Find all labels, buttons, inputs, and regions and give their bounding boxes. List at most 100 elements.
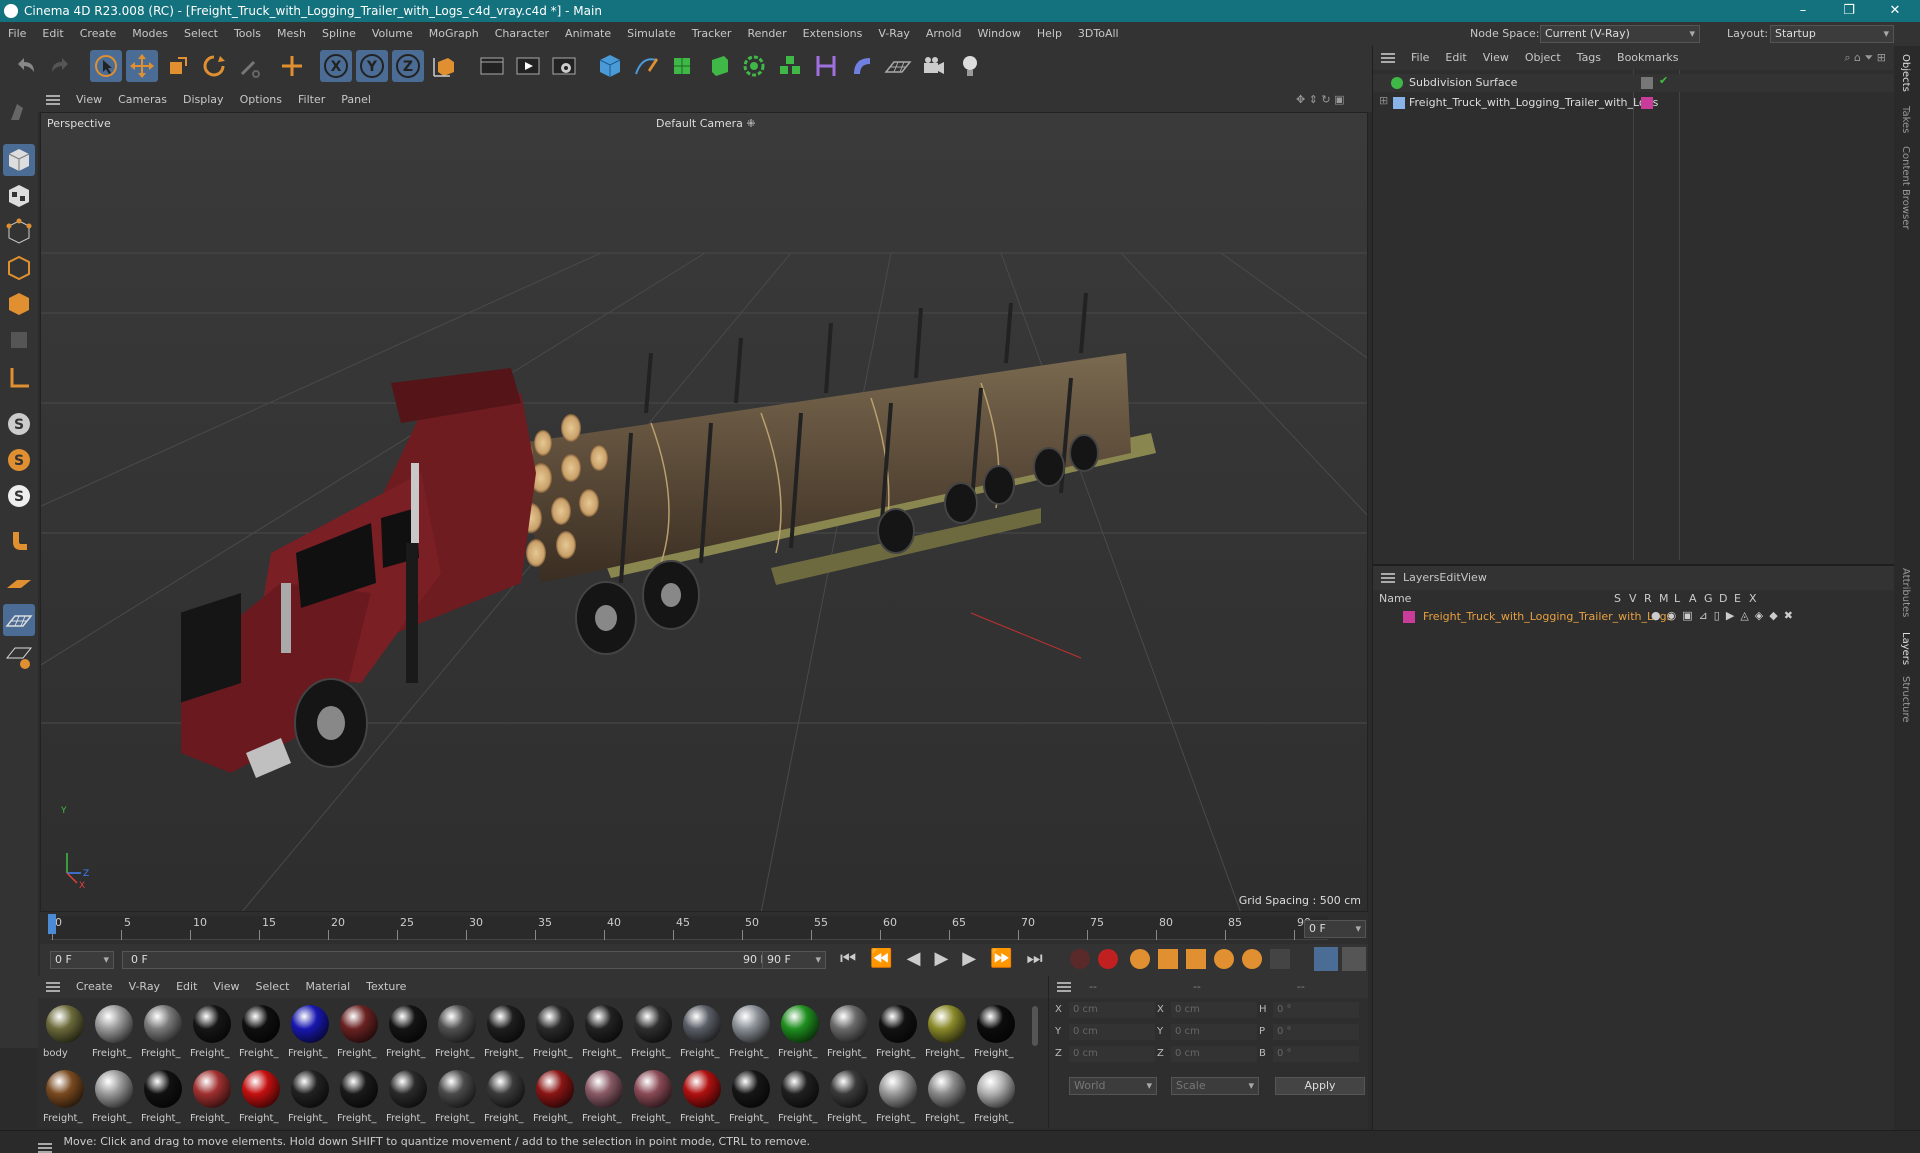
material-scrollbar[interactable]: [1032, 1006, 1038, 1046]
layer-menu-edit[interactable]: Edit: [1439, 571, 1460, 584]
timeline-ruler[interactable]: 051015202530354045505560657075808590 0 F: [40, 912, 1368, 944]
material-swatch[interactable]: Freight_: [679, 1067, 725, 1129]
object-menu-tags[interactable]: Tags: [1569, 46, 1609, 70]
material-menu-texture[interactable]: Texture: [358, 976, 414, 998]
viewport-menu-filter[interactable]: Filter: [290, 88, 333, 112]
material-swatch[interactable]: Freight_: [336, 1067, 382, 1129]
menu-help[interactable]: Help: [1029, 22, 1070, 46]
menu-3dtoall[interactable]: 3DToAll: [1070, 22, 1127, 46]
layer-column-a[interactable]: A: [1689, 590, 1697, 608]
material-swatch[interactable]: Freight_: [924, 1002, 970, 1064]
texture-mode-icon[interactable]: [3, 180, 35, 212]
polygons-mode-icon[interactable]: [3, 288, 35, 320]
tab-structure[interactable]: Structure: [1900, 676, 1911, 723]
coord-value-field[interactable]: 0 cm: [1069, 1024, 1155, 1040]
redo-button[interactable]: [44, 50, 76, 82]
z-axis-lock[interactable]: Z: [392, 50, 424, 82]
material-swatch[interactable]: Freight_: [140, 1002, 186, 1064]
viewport-menu-panel[interactable]: Panel: [333, 88, 379, 112]
deformer-icon[interactable]: [810, 50, 842, 82]
material-menu-select[interactable]: Select: [248, 976, 298, 998]
enabled-check-icon[interactable]: ✔: [1659, 74, 1668, 87]
material-swatch[interactable]: Freight_: [532, 1002, 578, 1064]
scale-tool[interactable]: [162, 50, 194, 82]
cube-object-icon[interactable]: [594, 50, 626, 82]
coord-value-field[interactable]: 0 °: [1273, 1046, 1359, 1062]
transform-mode-dropdown[interactable]: Scale: [1171, 1077, 1259, 1095]
material-swatch[interactable]: Freight_: [238, 1002, 284, 1064]
tab-content-browser[interactable]: Content Browser: [1900, 146, 1911, 229]
object-menu-file[interactable]: File: [1403, 46, 1437, 70]
viewport-camera-label[interactable]: Default Camera ⁜: [656, 117, 756, 130]
material-swatch[interactable]: Freight_: [630, 1067, 676, 1129]
points-mode-icon[interactable]: [3, 216, 35, 248]
minimize-button[interactable]: –: [1780, 0, 1826, 22]
playhead[interactable]: [48, 914, 56, 934]
rotate-tool[interactable]: [198, 50, 230, 82]
object-menu-object[interactable]: Object: [1517, 46, 1569, 70]
move-tool[interactable]: [126, 50, 158, 82]
tab-objects[interactable]: Objects: [1900, 54, 1911, 92]
menu-tracker[interactable]: Tracker: [684, 22, 740, 46]
material-swatch[interactable]: Freight_: [728, 1002, 774, 1064]
y-axis-lock[interactable]: Y: [356, 50, 388, 82]
menu-mesh[interactable]: Mesh: [269, 22, 314, 46]
menu-spline[interactable]: Spline: [314, 22, 364, 46]
menu-modes[interactable]: Modes: [124, 22, 176, 46]
current-frame-field[interactable]: 0 F: [1304, 920, 1366, 938]
pla-key-icon[interactable]: [1270, 949, 1290, 969]
material-swatch[interactable]: Freight_: [483, 1002, 529, 1064]
dope-sheet-icon[interactable]: [1342, 947, 1366, 971]
object-hamburger-icon[interactable]: [1381, 53, 1395, 63]
edit-toggle-icon[interactable]: [1641, 77, 1653, 89]
material-swatch[interactable]: Freight_: [140, 1067, 186, 1129]
live-selection-tool[interactable]: [90, 50, 122, 82]
coord-value-field[interactable]: 0 cm: [1171, 1024, 1257, 1040]
scale-key-icon[interactable]: [1186, 949, 1206, 969]
viewport-menu-options[interactable]: Options: [232, 88, 290, 112]
material-menu-edit[interactable]: Edit: [168, 976, 205, 998]
material-swatch[interactable]: Freight_: [434, 1002, 480, 1064]
layer-menu-layers[interactable]: Layers: [1403, 571, 1439, 584]
grid-plane-icon[interactable]: [3, 604, 35, 636]
coord-value-field[interactable]: 0 cm: [1171, 1046, 1257, 1062]
material-swatch[interactable]: Freight_: [336, 1002, 382, 1064]
material-swatch[interactable]: Freight_: [875, 1067, 921, 1129]
menu-mograph[interactable]: MoGraph: [421, 22, 487, 46]
start-frame-field[interactable]: 0 F: [50, 951, 114, 969]
layer-column-d[interactable]: D: [1719, 590, 1727, 608]
material-swatch[interactable]: Freight_: [91, 1002, 137, 1064]
render-view-icon[interactable]: [476, 50, 508, 82]
cloner-icon[interactable]: [738, 50, 770, 82]
material-swatch[interactable]: Freight_: [581, 1067, 627, 1129]
material-swatch[interactable]: Freight_: [777, 1067, 823, 1129]
coordinate-space-dropdown[interactable]: World: [1069, 1077, 1157, 1095]
material-menu-v-ray[interactable]: V-Ray: [121, 976, 169, 998]
apply-button[interactable]: Apply: [1275, 1077, 1365, 1095]
menu-extensions[interactable]: Extensions: [795, 22, 871, 46]
snap-settings-icon[interactable]: S: [3, 444, 35, 476]
perspective-viewport[interactable]: Perspective Default Camera ⁜ Grid Spacin…: [40, 112, 1368, 912]
coord-value-field[interactable]: 0 cm: [1069, 1046, 1155, 1062]
menu-render[interactable]: Render: [739, 22, 794, 46]
menu-edit[interactable]: Edit: [34, 22, 71, 46]
viewport-hamburger-icon[interactable]: [46, 95, 60, 105]
material-swatch[interactable]: body: [42, 1002, 88, 1064]
layer-color-swatch[interactable]: [1403, 611, 1415, 623]
material-swatch[interactable]: Freight_: [189, 1067, 235, 1129]
menu-file[interactable]: File: [0, 22, 34, 46]
material-menu-view[interactable]: View: [205, 976, 247, 998]
workplane-icon[interactable]: [3, 568, 35, 600]
material-swatch[interactable]: Freight_: [385, 1067, 431, 1129]
material-swatch[interactable]: Freight_: [434, 1067, 480, 1129]
material-swatch[interactable]: Freight_: [973, 1067, 1019, 1129]
render-settings-icon[interactable]: [548, 50, 580, 82]
viewport-menu-display[interactable]: Display: [175, 88, 232, 112]
material-swatch[interactable]: Freight_: [924, 1067, 970, 1129]
tab-attributes[interactable]: Attributes: [1900, 568, 1911, 617]
layer-color-tag[interactable]: [1641, 97, 1653, 109]
model-mode-icon[interactable]: [3, 144, 35, 176]
tab-layers[interactable]: Layers: [1900, 632, 1911, 665]
recent-tool[interactable]: [234, 50, 266, 82]
material-menu-material[interactable]: Material: [297, 976, 358, 998]
